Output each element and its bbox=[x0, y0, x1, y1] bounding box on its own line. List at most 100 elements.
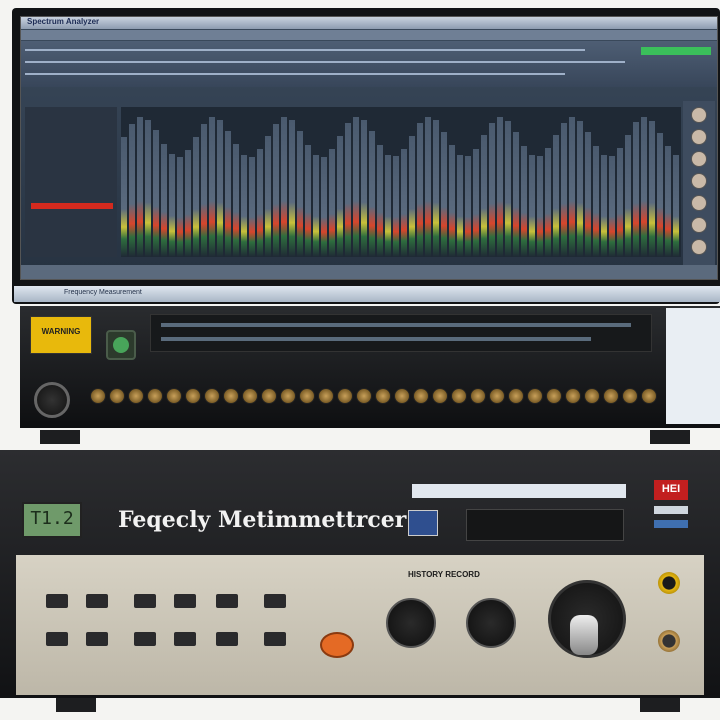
spectrum-bar bbox=[409, 136, 415, 257]
monitor-screen: Spectrum Analyzer bbox=[20, 16, 718, 280]
spectrum-bar bbox=[233, 144, 239, 257]
rack-knob-icon[interactable] bbox=[356, 388, 372, 404]
rack-knob-icon[interactable] bbox=[584, 388, 600, 404]
rack-knob-icon[interactable] bbox=[622, 388, 638, 404]
tuning-dial-cap[interactable] bbox=[570, 615, 598, 655]
taskbar-title: Frequency Measurement bbox=[64, 289, 142, 296]
spectrum-bar bbox=[497, 117, 503, 257]
rack-knob-icon[interactable] bbox=[204, 388, 220, 404]
keypad-button[interactable] bbox=[46, 594, 68, 608]
knob-icon[interactable] bbox=[691, 239, 707, 255]
power-button[interactable] bbox=[106, 330, 136, 360]
spectrum-bar bbox=[465, 156, 471, 257]
knob-icon[interactable] bbox=[691, 107, 707, 123]
rack-knob-icon[interactable] bbox=[261, 388, 277, 404]
keypad-button[interactable] bbox=[174, 594, 196, 608]
keypad-button[interactable] bbox=[216, 632, 238, 646]
main-rack-knob[interactable] bbox=[34, 382, 70, 418]
spectrum-bar bbox=[361, 120, 367, 257]
keypad-button[interactable] bbox=[216, 594, 238, 608]
toolbar[interactable] bbox=[21, 41, 717, 87]
spectrum-bar bbox=[137, 117, 143, 257]
toolbar-row bbox=[25, 49, 585, 51]
rack-knob-icon[interactable] bbox=[489, 388, 505, 404]
rack-knob-row bbox=[90, 386, 660, 406]
spectrum-bar bbox=[593, 146, 599, 257]
spectrum-bar bbox=[121, 137, 127, 257]
spectrum-bar bbox=[305, 145, 311, 257]
rack-knob-icon[interactable] bbox=[546, 388, 562, 404]
menu-bar[interactable] bbox=[21, 30, 717, 40]
display-row bbox=[161, 337, 591, 341]
spectrum-bar bbox=[153, 130, 159, 257]
keypad-button[interactable] bbox=[264, 632, 286, 646]
rack-knob-icon[interactable] bbox=[394, 388, 410, 404]
rack-knob-icon[interactable] bbox=[375, 388, 391, 404]
rack-knob-icon[interactable] bbox=[508, 388, 524, 404]
rack-knob-icon[interactable] bbox=[185, 388, 201, 404]
keypad-button[interactable] bbox=[86, 632, 108, 646]
rack-side-panel bbox=[666, 308, 720, 424]
level-indicator bbox=[641, 47, 711, 55]
spectrum-bar bbox=[185, 150, 191, 257]
keypad-button[interactable] bbox=[134, 632, 156, 646]
rack-knob-icon[interactable] bbox=[90, 388, 106, 404]
info-strip bbox=[412, 484, 626, 498]
rack-knob-icon[interactable] bbox=[565, 388, 581, 404]
output-jack-icon[interactable] bbox=[658, 630, 680, 652]
keypad-button[interactable] bbox=[46, 632, 68, 646]
toolbar-row bbox=[25, 73, 565, 75]
rack-knob-icon[interactable] bbox=[451, 388, 467, 404]
spectrum-bar bbox=[529, 155, 535, 257]
knob-icon[interactable] bbox=[691, 129, 707, 145]
rack-knob-icon[interactable] bbox=[242, 388, 258, 404]
rack-knob-icon[interactable] bbox=[432, 388, 448, 404]
spectrum-bar bbox=[225, 131, 231, 257]
foot bbox=[56, 698, 96, 712]
right-control-knob[interactable] bbox=[466, 598, 516, 648]
spectrum-bar bbox=[129, 124, 135, 257]
spectrum-bar bbox=[569, 117, 575, 257]
channel-list-panel[interactable] bbox=[25, 107, 117, 257]
spectrum-bar bbox=[441, 132, 447, 257]
record-button[interactable] bbox=[320, 632, 354, 658]
left-control-knob[interactable] bbox=[386, 598, 436, 648]
spectrum-bar bbox=[585, 132, 591, 257]
input-jack-icon[interactable] bbox=[658, 572, 680, 594]
knob-icon[interactable] bbox=[691, 151, 707, 167]
rack-knob-icon[interactable] bbox=[470, 388, 486, 404]
knob-icon[interactable] bbox=[691, 173, 707, 189]
keypad-button[interactable] bbox=[174, 632, 196, 646]
rack-knob-icon[interactable] bbox=[413, 388, 429, 404]
taskbar[interactable]: Frequency Measurement bbox=[14, 286, 720, 302]
knob-icon[interactable] bbox=[691, 195, 707, 211]
rack-knob-icon[interactable] bbox=[603, 388, 619, 404]
rack-knob-icon[interactable] bbox=[527, 388, 543, 404]
rack-knob-icon[interactable] bbox=[166, 388, 182, 404]
rack-knob-icon[interactable] bbox=[280, 388, 296, 404]
knob-icon[interactable] bbox=[691, 217, 707, 233]
keypad-button[interactable] bbox=[264, 594, 286, 608]
spectrum-bar bbox=[425, 117, 431, 257]
badge-strip bbox=[654, 506, 688, 514]
spectrum-bar bbox=[617, 148, 623, 257]
spectrum-bar bbox=[513, 132, 519, 257]
rack-knob-icon[interactable] bbox=[147, 388, 163, 404]
keypad-button[interactable] bbox=[134, 594, 156, 608]
right-control-panel[interactable] bbox=[683, 101, 715, 271]
spectrum-bar bbox=[545, 148, 551, 257]
spectrum-display[interactable] bbox=[121, 107, 681, 257]
rack-knob-icon[interactable] bbox=[299, 388, 315, 404]
rack-knob-icon[interactable] bbox=[641, 388, 657, 404]
spectrum-bar bbox=[377, 145, 383, 257]
rack-knob-icon[interactable] bbox=[318, 388, 334, 404]
badge-strip bbox=[654, 520, 688, 528]
spectrum-bar bbox=[385, 155, 391, 257]
rack-knob-icon[interactable] bbox=[337, 388, 353, 404]
spectrum-bar bbox=[537, 156, 543, 257]
rack-knob-icon[interactable] bbox=[109, 388, 125, 404]
rack-knob-icon[interactable] bbox=[223, 388, 239, 404]
rack-knob-icon[interactable] bbox=[128, 388, 144, 404]
keypad-button[interactable] bbox=[86, 594, 108, 608]
spectrum-bar bbox=[313, 155, 319, 257]
